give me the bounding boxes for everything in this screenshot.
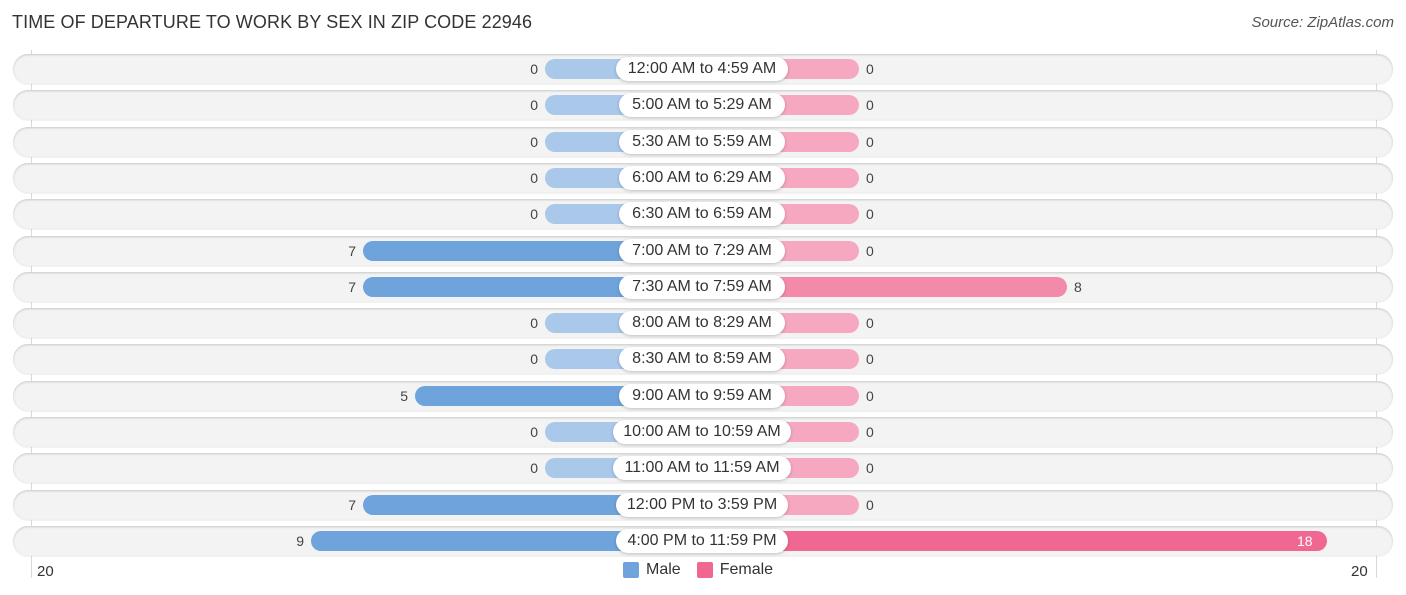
legend-label-female: Female: [719, 561, 774, 578]
value-label-female: 0: [866, 351, 874, 367]
legend-swatch-female: [696, 562, 713, 578]
category-label: 7:00 AM to 7:29 AM: [619, 239, 785, 263]
bar-female: [702, 531, 1327, 551]
value-label-female: 0: [866, 460, 874, 476]
value-label-male: 0: [530, 315, 538, 331]
category-label: 7:30 AM to 7:59 AM: [619, 275, 785, 299]
category-label: 12:00 PM to 3:59 PM: [616, 493, 788, 517]
value-label-female: 0: [866, 134, 874, 150]
value-label-male: 9: [296, 533, 304, 549]
value-label-male: 0: [530, 134, 538, 150]
value-label-male: 7: [348, 497, 356, 513]
category-label: 8:00 AM to 8:29 AM: [619, 311, 785, 335]
value-label-female: 0: [866, 206, 874, 222]
category-label: 6:30 AM to 6:59 AM: [619, 202, 785, 226]
category-label: 5:30 AM to 5:59 AM: [619, 130, 785, 154]
category-label: 12:00 AM to 4:59 AM: [616, 57, 788, 81]
category-label: 10:00 AM to 10:59 AM: [613, 420, 791, 444]
category-label: 9:00 AM to 9:59 AM: [619, 384, 785, 408]
value-label-female: 0: [866, 170, 874, 186]
value-label-female: 0: [866, 388, 874, 404]
legend-item-male: Male: [623, 561, 681, 579]
value-label-female: 0: [866, 424, 874, 440]
chart-title: TIME OF DEPARTURE TO WORK BY SEX IN ZIP …: [12, 12, 533, 32]
axis-label-right: 20: [1351, 563, 1368, 580]
source-label: Source: ZipAtlas.com: [1251, 14, 1394, 31]
value-label-male: 0: [530, 61, 538, 77]
category-label: 5:00 AM to 5:29 AM: [619, 93, 785, 117]
category-label: 6:00 AM to 6:29 AM: [619, 166, 785, 190]
value-label-male: 0: [530, 206, 538, 222]
axis-label-left: 20: [37, 563, 54, 580]
value-label-female: 18: [1297, 533, 1313, 549]
legend-item-female: Female: [696, 561, 774, 579]
category-label: 8:30 AM to 8:59 AM: [619, 347, 785, 371]
value-label-female: 0: [866, 61, 874, 77]
category-label: 11:00 AM to 11:59 AM: [613, 456, 791, 480]
legend-swatch-male: [623, 562, 639, 578]
legend: Male Female: [623, 561, 789, 579]
value-label-male: 0: [530, 351, 538, 367]
value-label-female: 0: [866, 243, 874, 259]
value-label-male: 0: [530, 170, 538, 186]
category-label: 4:00 PM to 11:59 PM: [616, 529, 788, 553]
value-label-male: 7: [348, 243, 356, 259]
value-label-male: 0: [530, 424, 538, 440]
value-label-female: 8: [1074, 279, 1082, 295]
value-label-male: 5: [400, 388, 408, 404]
legend-label-male: Male: [646, 561, 681, 578]
value-label-female: 0: [866, 497, 874, 513]
value-label-male: 7: [348, 279, 356, 295]
value-label-female: 0: [866, 315, 874, 331]
value-label-male: 0: [530, 460, 538, 476]
value-label-female: 0: [866, 97, 874, 113]
value-label-male: 0: [530, 97, 538, 113]
